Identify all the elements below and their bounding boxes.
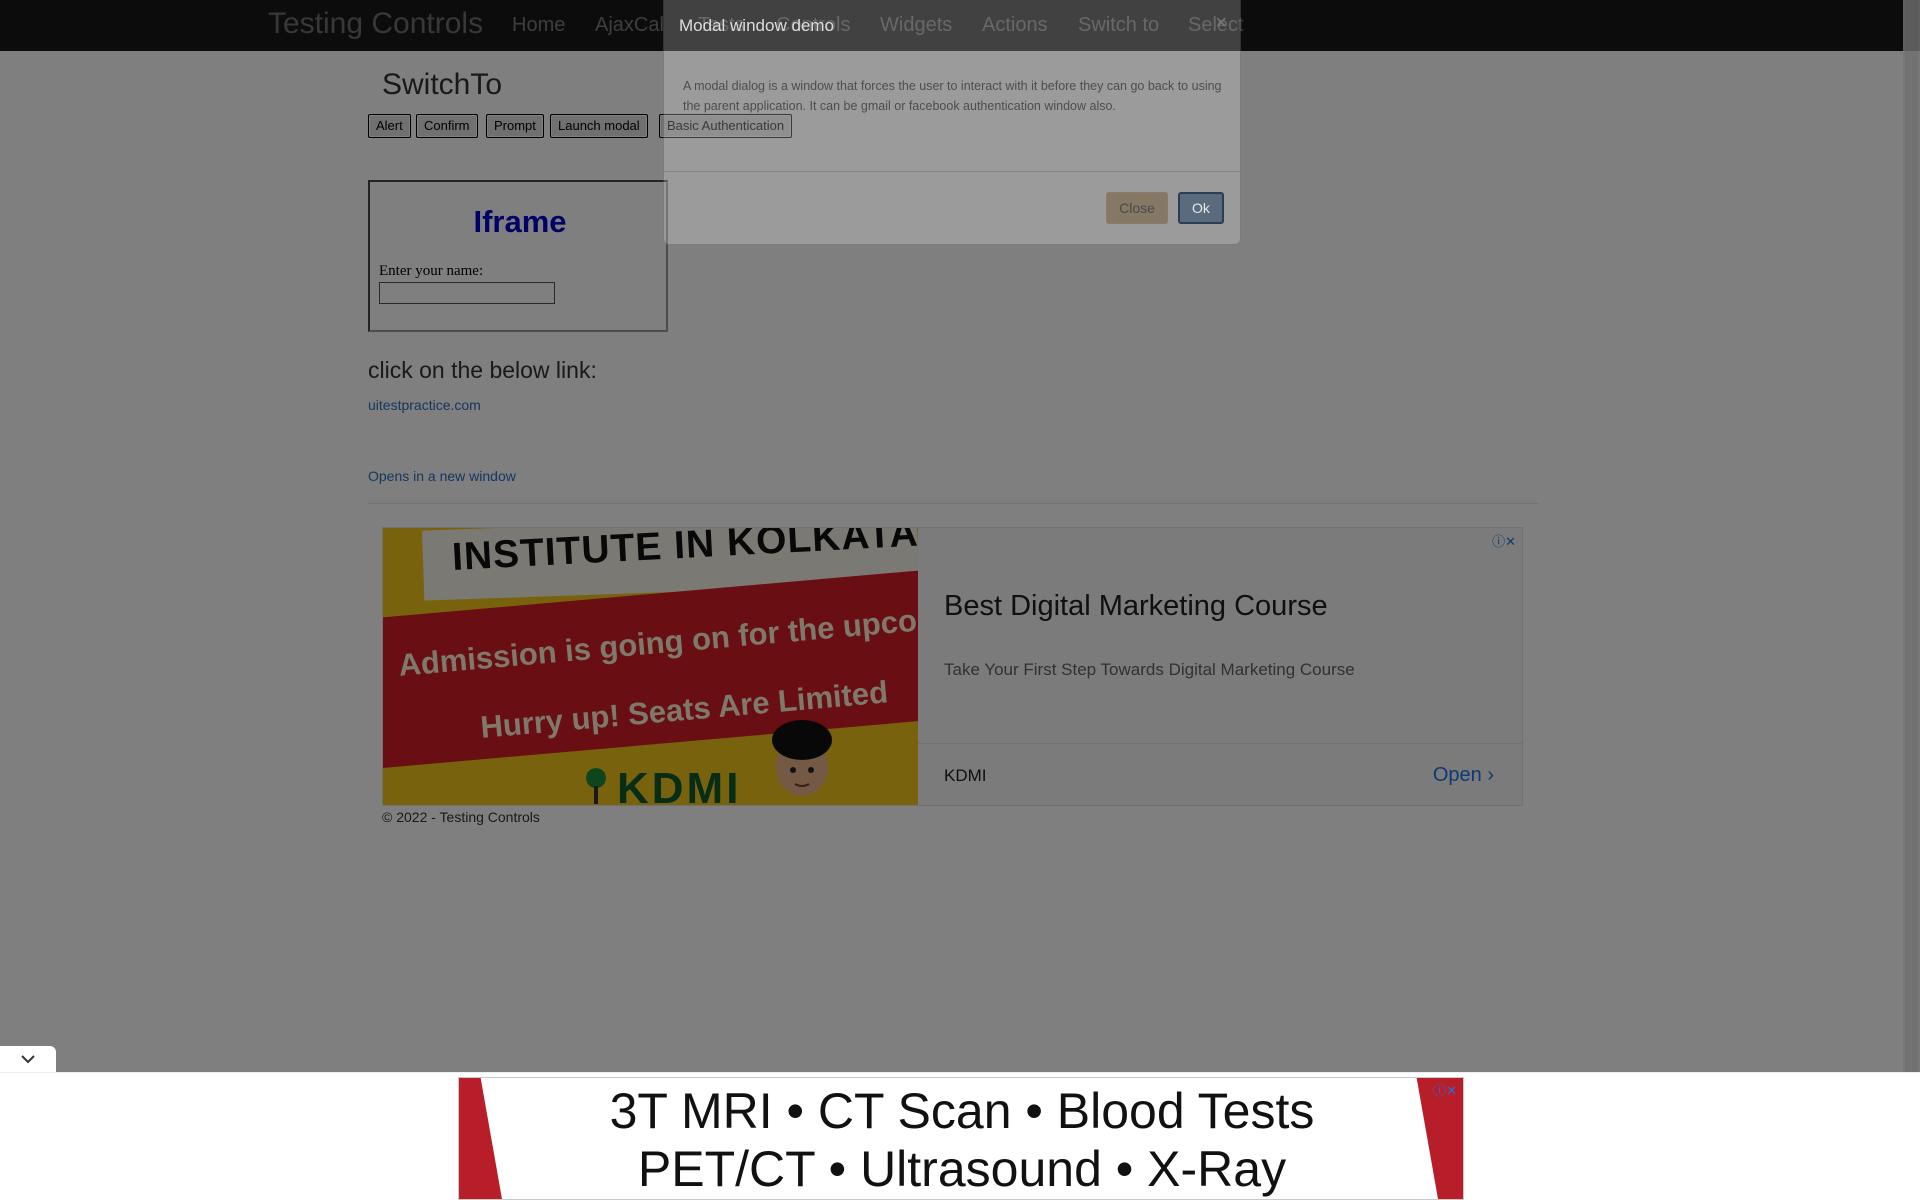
anchor-ad-line-1: 3T MRI • CT Scan • Blood Tests <box>609 1083 1315 1139</box>
anchor-ad-line-2: PET/CT • Ultrasound • X-Ray <box>637 1141 1287 1197</box>
modal-footer-divider <box>664 171 1240 172</box>
anchor-collapse-toggle[interactable] <box>0 1046 56 1072</box>
modal-dialog: Modal window demo × A modal dialog is a … <box>663 0 1241 245</box>
modal-close-button[interactable]: Close <box>1106 192 1168 224</box>
modal-body-text: A modal dialog is a window that forces t… <box>683 79 1222 113</box>
chevron-down-icon <box>21 1055 35 1064</box>
modal-ok-button[interactable]: Ok <box>1178 192 1224 224</box>
modal-close-x-icon[interactable]: × <box>1215 12 1227 35</box>
modal-title: Modal window demo <box>679 16 834 35</box>
anchor-ad-banner[interactable]: 3T MRI • CT Scan • Blood Tests PET/CT • … <box>458 1077 1464 1200</box>
adchoices-icon[interactable]: ⓘ✕ <box>1433 1080 1457 1099</box>
